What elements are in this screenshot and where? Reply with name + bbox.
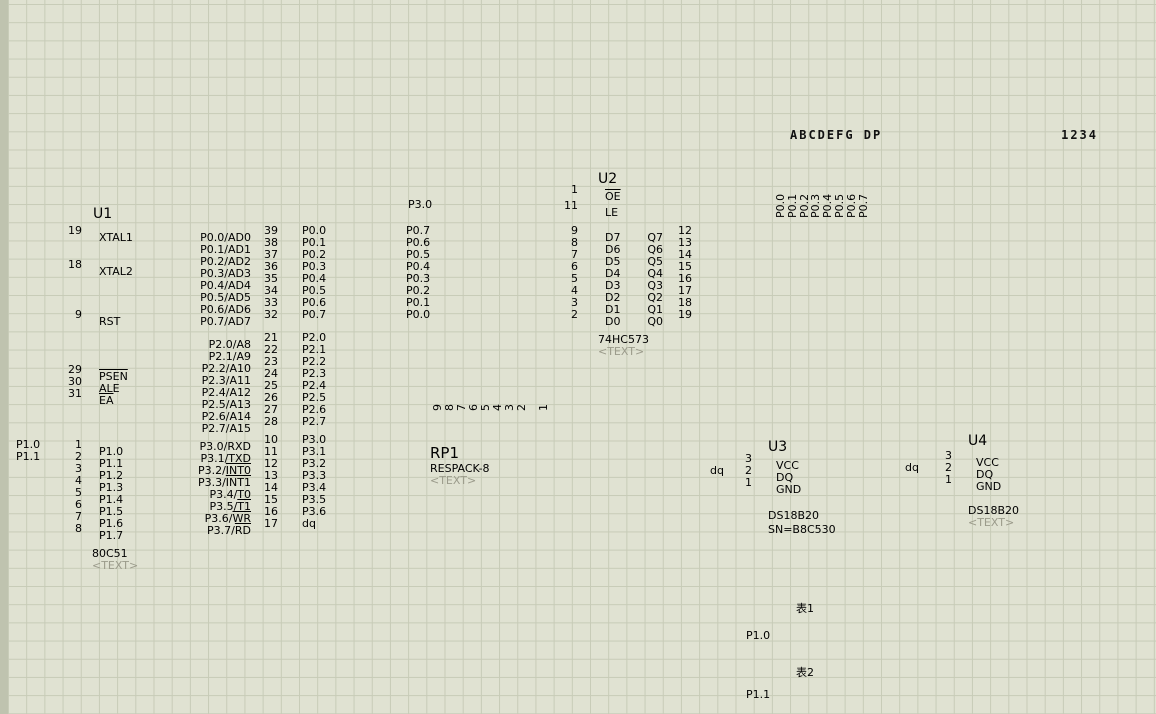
u4-ds18b20-ghost: <TEXT>	[968, 516, 1015, 529]
pin-name: GND	[776, 483, 802, 496]
net-label: P0.7	[302, 308, 327, 321]
net-label: P1.0	[746, 629, 771, 642]
rp1-respack-ghost: <TEXT>	[430, 474, 477, 487]
pin-name: Q5	[647, 255, 663, 268]
net-label: P2.7	[302, 415, 327, 428]
net-label: P1.1	[16, 450, 41, 463]
pin-name: Q1	[647, 303, 663, 316]
u1-80c51-ref: U1	[93, 206, 113, 222]
pin-name: OE	[605, 190, 621, 203]
pin-name: Q4	[647, 267, 663, 280]
pin-number: 28	[264, 415, 278, 428]
pin-number: 9	[75, 308, 82, 321]
pin-name: RST	[99, 315, 121, 328]
pin-number: 1	[945, 473, 952, 486]
pin-name: Q3	[647, 279, 663, 292]
pin-name: Q7	[647, 231, 663, 244]
pin-number: 19	[68, 224, 82, 237]
pin-name: LE	[605, 206, 619, 219]
pin-number: 1	[745, 476, 752, 489]
pin-number: 8	[75, 522, 82, 535]
u3-ds18b20-part: DS18B20	[768, 509, 819, 522]
pin-number: 18	[68, 258, 82, 271]
sheet-margin-left	[0, 0, 8, 714]
net-label: P0.7	[857, 193, 870, 218]
pin-name: P1.7	[99, 529, 124, 542]
digit-pins-label: 1234	[1061, 128, 1098, 142]
u1-80c51-ghost: <TEXT>	[92, 559, 139, 572]
u2-74hc573-ref: U2	[598, 171, 618, 187]
net-label: dq	[905, 461, 919, 474]
pin-number: 1	[571, 183, 578, 196]
u2-74hc573-ghost: <TEXT>	[598, 345, 645, 358]
u4-ds18b20-ref: U4	[968, 433, 988, 449]
pin-name: GND	[976, 480, 1002, 493]
pin-name: Q2	[647, 291, 663, 304]
pin-number: 19	[678, 308, 692, 321]
pin-number: 31	[68, 387, 82, 400]
schematic-canvas: U1 80C51 <TEXT> 19 XTAL1 18 XTAL2 9 RST 29 PSEN 30 A…	[0, 0, 1156, 714]
pin-number: 32	[264, 308, 278, 321]
pushbutton-1-label: 表1	[796, 602, 814, 615]
pin-number: 2	[515, 404, 528, 411]
pin-name: P2.7/A15	[201, 422, 251, 435]
pin-name: Q0	[647, 315, 663, 328]
segment-pins-label: ABCDEFG DP	[790, 128, 883, 142]
pin-name: XTAL2	[99, 265, 133, 278]
pushbutton-2-label: 表2	[796, 666, 814, 679]
pin-name: P3.7/RD	[207, 524, 251, 537]
net-label: dq	[710, 464, 724, 477]
net-label: P3.0	[408, 198, 433, 211]
pin-name: P0.7/AD7	[200, 315, 251, 328]
net-label: P1.1	[746, 688, 771, 701]
u3-ds18b20-serial: SN=B8C530	[768, 523, 836, 536]
pin-name: XTAL1	[99, 231, 133, 244]
rp1-respack-ref: RP1	[430, 444, 460, 462]
net-label: dq	[302, 517, 316, 530]
pin-name: Q6	[647, 243, 663, 256]
pin-number: 1	[537, 404, 550, 411]
net-label: P0.0	[406, 308, 431, 321]
u3-ds18b20-ref: U3	[768, 439, 788, 455]
pin-number: 17	[264, 517, 278, 530]
pin-number: 11	[564, 199, 578, 212]
pin-name: EA	[99, 394, 114, 407]
